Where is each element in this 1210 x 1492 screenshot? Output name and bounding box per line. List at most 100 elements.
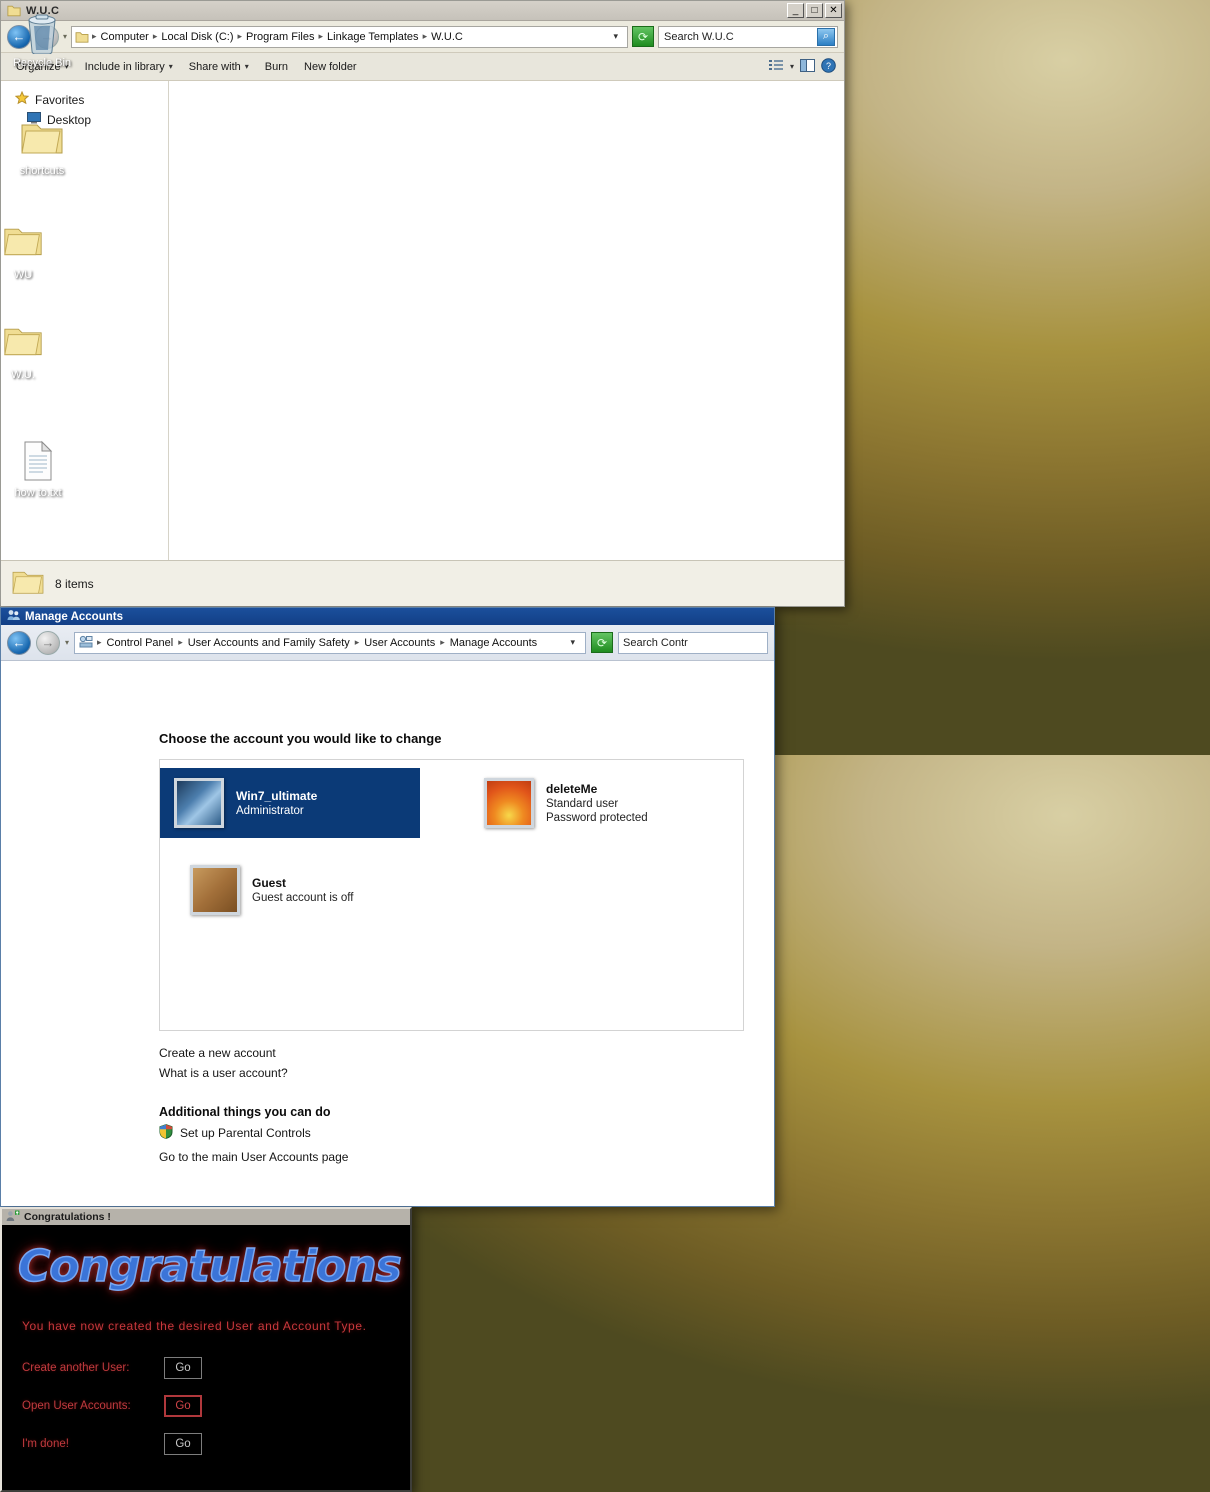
desktop-icon-label: WU: [13, 269, 33, 281]
congratulations-subtitle: You have now created the desired User an…: [22, 1319, 367, 1333]
manage-accounts-content: Choose the account you would like to cha…: [1, 661, 774, 1206]
create-new-account-link[interactable]: Create a new account: [159, 1043, 744, 1063]
breadcrumb-item-wuc[interactable]: W.U.C: [430, 31, 464, 43]
forward-arrow-icon[interactable]: →: [36, 630, 60, 655]
breadcrumb-separator: ▸: [440, 637, 445, 647]
search-box[interactable]: Search W.U.C ⌕: [658, 25, 838, 48]
account-detail: Guest account is off: [252, 891, 354, 904]
explorer-address-bar: ← → ▾ ▸ Computer ▸ Local Disk (C:) ▸ Pro…: [1, 21, 844, 53]
option-open-user-accounts: Open User Accounts: Go: [22, 1387, 410, 1425]
avatar: [174, 778, 224, 828]
refresh-icon[interactable]: ⟳: [591, 632, 613, 653]
sidebar-item-favorites[interactable]: Favorites: [1, 89, 168, 110]
shield-icon: [159, 1124, 173, 1142]
account-detail: Standard user: [546, 797, 619, 810]
desktop-icon-label: Recycle Bin: [12, 57, 72, 69]
preview-pane-icon[interactable]: [800, 58, 815, 75]
folder-icon: [11, 567, 45, 600]
desktop-icon-wu-2[interactable]: W.U.: [0, 322, 46, 382]
parental-controls-link[interactable]: Set up Parental Controls: [159, 1123, 744, 1143]
help-icon[interactable]: ?: [821, 57, 836, 76]
avatar: [190, 865, 240, 915]
text-file-icon: [2, 440, 74, 484]
chevron-down-icon[interactable]: ▾: [65, 638, 69, 647]
view-list-icon[interactable]: [768, 59, 784, 75]
breadcrumb-separator: ▸: [318, 31, 324, 41]
control-panel-icon: [79, 635, 93, 651]
user-accounts-icon: [7, 609, 20, 624]
account-tile-guest[interactable]: Guest Guest account is off: [176, 855, 367, 925]
breadcrumb-item-computer[interactable]: Computer: [100, 31, 150, 43]
chevron-down-icon[interactable]: ▾: [790, 62, 794, 71]
explorer-title-bar[interactable]: W.U.C _ □ ✕: [1, 1, 844, 21]
breadcrumb-separator: ▸: [237, 31, 243, 41]
breadcrumb-dropdown-icon[interactable]: ▾: [564, 637, 581, 648]
search-input[interactable]: Search W.U.C: [664, 31, 817, 43]
go-button-open-user-accounts[interactable]: Go: [164, 1395, 202, 1417]
what-is-user-account-link[interactable]: What is a user account?: [159, 1063, 744, 1083]
account-name: Guest: [252, 875, 287, 890]
go-button-create-another-user[interactable]: Go: [164, 1357, 202, 1379]
breadcrumb-separator: ▸: [92, 31, 97, 41]
maximize-button[interactable]: □: [806, 3, 823, 18]
desktop-icon-how-to-txt[interactable]: how to.txt: [2, 440, 74, 500]
include-in-library-button[interactable]: Include in library ▾: [78, 58, 180, 76]
chevron-down-icon: ▾: [168, 62, 173, 71]
account-tile-win7-ultimate[interactable]: Win7_ultimate Administrator: [160, 768, 420, 838]
additional-things-heading: Additional things you can do: [159, 1105, 331, 1119]
explorer-file-list[interactable]: [169, 81, 844, 560]
explorer-title: W.U.C: [26, 4, 60, 17]
breadcrumb-item-local-disk[interactable]: Local Disk (C:): [160, 31, 234, 43]
breadcrumb-item-user-accounts-family-safety[interactable]: User Accounts and Family Safety: [187, 637, 351, 649]
avatar: [484, 778, 534, 828]
congratulations-options: Create another User: Go Open User Accoun…: [22, 1349, 410, 1463]
burn-button[interactable]: Burn: [258, 58, 295, 76]
manage-accounts-window[interactable]: Manage Accounts ← → ▾ ▸ Control Panel ▸ …: [0, 607, 775, 1207]
breadcrumb-item-user-accounts[interactable]: User Accounts: [363, 637, 436, 649]
new-folder-button[interactable]: New folder: [297, 58, 364, 76]
breadcrumb-item-control-panel[interactable]: Control Panel: [106, 637, 175, 649]
congratulations-dialog[interactable]: Congratulations ! Congratulations You ha…: [0, 1207, 412, 1492]
option-create-another-user: Create another User: Go: [22, 1349, 410, 1387]
explorer-body: Favorites Desktop: [1, 81, 844, 560]
option-im-done: I'm done! Go: [22, 1425, 410, 1463]
manage-accounts-title-bar[interactable]: Manage Accounts: [1, 608, 774, 625]
desktop-icon-label: shortcuts: [19, 165, 65, 177]
back-arrow-icon[interactable]: ←: [7, 630, 31, 655]
congratulations-body: Congratulations You have now created the…: [2, 1225, 410, 1490]
share-with-button[interactable]: Share with ▾: [182, 58, 256, 76]
breadcrumb-dropdown-icon[interactable]: ▾: [607, 31, 624, 42]
go-button-im-done[interactable]: Go: [164, 1433, 202, 1455]
desktop-icon-recycle-bin[interactable]: Recycle Bin: [6, 10, 78, 70]
search-input[interactable]: Search Contr: [618, 631, 768, 654]
refresh-icon[interactable]: ⟳: [632, 26, 654, 47]
breadcrumb-item-linkage-templates[interactable]: Linkage Templates: [326, 31, 420, 43]
desktop-icon-shortcuts[interactable]: shortcuts: [6, 118, 78, 178]
breadcrumb-item-program-files[interactable]: Program Files: [245, 31, 315, 43]
account-detail: Administrator: [236, 804, 304, 817]
recycle-bin-icon: [6, 10, 78, 54]
desktop-icon-wu-1[interactable]: WU: [0, 222, 46, 282]
chevron-down-icon: ▾: [244, 62, 249, 71]
close-button[interactable]: ✕: [825, 3, 842, 18]
desktop-icon-label: W.U.: [11, 369, 35, 381]
account-name: deleteMe: [546, 781, 598, 796]
manage-accounts-address-bar: ← → ▾ ▸ Control Panel ▸ User Accounts an…: [1, 625, 774, 661]
option-label: I'm done!: [22, 1438, 69, 1450]
folder-icon: [0, 322, 46, 366]
minimize-button[interactable]: _: [787, 3, 804, 18]
explorer-window[interactable]: W.U.C _ □ ✕ ← → ▾ ▸ Computer ▸ Local Dis…: [0, 0, 845, 607]
account-tile-deleteme[interactable]: deleteMe Standard user Password protecte…: [470, 768, 662, 838]
add-user-icon: [6, 1210, 20, 1225]
main-user-accounts-page-link[interactable]: Go to the main User Accounts page: [159, 1147, 744, 1167]
explorer-status-bar: 8 items: [1, 560, 844, 606]
option-label: Create another User:: [22, 1362, 130, 1374]
congratulations-title-bar[interactable]: Congratulations !: [2, 1209, 410, 1225]
sidebar-item-label: Favorites: [35, 92, 85, 107]
search-icon[interactable]: ⌕: [817, 27, 835, 46]
breadcrumb-item-manage-accounts[interactable]: Manage Accounts: [449, 637, 538, 649]
account-name: Win7_ultimate: [236, 788, 318, 803]
accounts-panel: Win7_ultimate Administrator deleteMe Sta…: [159, 759, 744, 1031]
breadcrumb[interactable]: ▸ Computer ▸ Local Disk (C:) ▸ Program F…: [71, 25, 628, 48]
breadcrumb[interactable]: ▸ Control Panel ▸ User Accounts and Fami…: [74, 631, 586, 654]
